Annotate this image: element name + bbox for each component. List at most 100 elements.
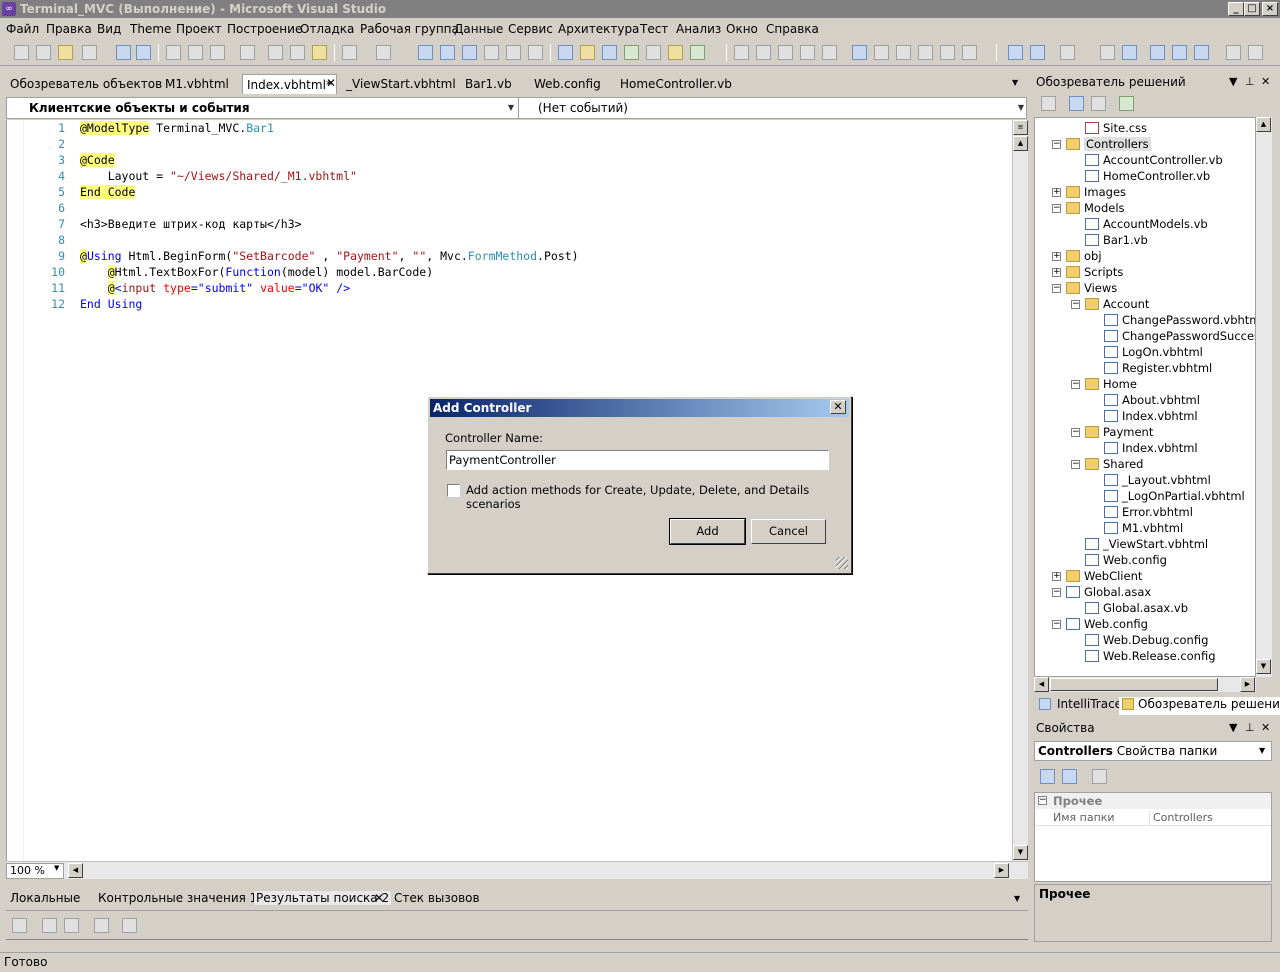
chevron-down-icon[interactable]: ▼ — [1229, 72, 1237, 92]
menu-architecture[interactable]: Архитектура — [558, 22, 639, 36]
object-browser-icon[interactable] — [624, 45, 639, 60]
indent-icon[interactable] — [756, 45, 771, 60]
collapse-icon[interactable]: − — [1071, 460, 1080, 469]
uncomment-block-icon[interactable] — [962, 45, 977, 60]
code-line[interactable]: @ModelType Terminal_MVC.Bar1 — [80, 120, 274, 136]
comment-block-icon[interactable] — [940, 45, 955, 60]
alphabetical-icon[interactable] — [1062, 769, 1077, 784]
scroll-up-icon[interactable]: ▲ — [1256, 117, 1271, 132]
tree-item[interactable]: Global.asax — [1066, 584, 1151, 600]
new-window-icon[interactable] — [1122, 45, 1137, 60]
client-objects-combo[interactable]: Клиентские объекты и события — [29, 98, 250, 118]
properties-icon[interactable] — [602, 45, 617, 60]
tree-item[interactable]: ChangePassword.vbhtml — [1104, 312, 1255, 328]
pin-icon[interactable]: ⊥ — [1245, 718, 1255, 738]
expand-icon[interactable]: + — [1052, 188, 1061, 197]
tab-web-config[interactable]: Web.config — [534, 74, 601, 94]
tree-item[interactable]: Web.config — [1085, 552, 1167, 568]
dialog-title-bar[interactable]: Add Controller — [430, 399, 849, 417]
scroll-thumb[interactable] — [1050, 678, 1218, 691]
quick-info-icon[interactable] — [822, 45, 837, 60]
expand-icon[interactable]: + — [1052, 572, 1061, 581]
tree-item[interactable]: ChangePasswordSuccess.vb — [1104, 328, 1255, 344]
tree-item[interactable]: Controllers — [1066, 136, 1151, 152]
code-line[interactable]: @Html.TextBoxFor(Function(model) model.B… — [80, 264, 433, 280]
tree-item[interactable]: WebClient — [1066, 568, 1142, 584]
expand-icon[interactable]: + — [1052, 268, 1061, 277]
tree-item[interactable]: Scripts — [1066, 264, 1123, 280]
refresh-icon[interactable] — [1091, 96, 1106, 111]
show-all-files-icon[interactable] — [1041, 96, 1056, 111]
next-result-icon[interactable] — [64, 918, 79, 933]
tree-item[interactable]: Web.Release.config — [1085, 648, 1216, 664]
navigate-icon[interactable] — [1100, 45, 1115, 60]
solution-explorer-icon[interactable] — [580, 45, 595, 60]
collapse-icon[interactable]: − — [1071, 380, 1080, 389]
chevron-down-icon[interactable]: ▼ — [54, 864, 59, 872]
collapse-icon[interactable]: − — [1052, 140, 1061, 149]
action-methods-checkbox[interactable] — [447, 484, 460, 497]
collapse-icon[interactable]: − — [1038, 796, 1047, 805]
options-icon[interactable] — [1248, 45, 1263, 60]
bookmark-icon[interactable] — [312, 45, 327, 60]
tree-item[interactable]: Account — [1085, 296, 1149, 312]
property-row[interactable]: Имя папки Controllers — [1035, 810, 1271, 826]
extension-manager-icon[interactable] — [668, 45, 683, 60]
chevron-down-icon[interactable]: ▼ — [1015, 98, 1027, 118]
tree-item[interactable]: Web.config — [1066, 616, 1148, 632]
previous-result-icon[interactable] — [42, 918, 57, 933]
scroll-down-icon[interactable]: ▼ — [1256, 659, 1271, 674]
close-icon[interactable]: ✕ — [1261, 718, 1270, 738]
tree-item[interactable]: Images — [1066, 184, 1126, 200]
scroll-left-icon[interactable]: ◀ — [1034, 677, 1049, 692]
tab-m1-vbhtml[interactable]: M1.vbhtml — [165, 74, 229, 94]
collapse-icon[interactable]: − — [1071, 428, 1080, 437]
scroll-right-icon[interactable]: ▶ — [1240, 677, 1255, 692]
goto-location-icon[interactable] — [12, 918, 27, 933]
find-icon[interactable] — [240, 45, 255, 60]
start-icon[interactable] — [418, 45, 433, 60]
action-methods-label[interactable]: Add action methods for Create, Update, D… — [466, 483, 851, 511]
tab-intellitrace[interactable]: IntelliTrace — [1057, 697, 1122, 711]
maximize-button[interactable]: □ — [1244, 2, 1260, 16]
events-combo[interactable]: (Нет событий) — [538, 98, 628, 118]
tab-list-dropdown-icon[interactable]: ▼ — [1012, 78, 1018, 87]
collapse-icon[interactable]: − — [1052, 204, 1061, 213]
property-pages-icon[interactable] — [1092, 769, 1107, 784]
add-button[interactable]: Add — [669, 518, 746, 545]
pin-icon[interactable]: ⊥ — [1245, 72, 1255, 92]
open-file-icon[interactable] — [58, 45, 73, 60]
grid-icon[interactable] — [1030, 45, 1045, 60]
align-icon[interactable] — [1060, 45, 1075, 60]
format-icon[interactable] — [734, 45, 749, 60]
tree-item[interactable]: Global.asax.vb — [1085, 600, 1188, 616]
tree-item[interactable]: Error.vbhtml — [1104, 504, 1193, 520]
tab-index-vbhtml[interactable]: Index.vbhtml* — [242, 74, 337, 94]
paste-icon[interactable] — [210, 45, 225, 60]
step-over-icon[interactable] — [506, 45, 521, 60]
step-out-icon[interactable] — [528, 45, 543, 60]
pause-icon[interactable] — [440, 45, 455, 60]
tab-solution-explorer-active[interactable]: Обозреватель решений — [1119, 697, 1280, 715]
code-line[interactable]: End Using — [80, 296, 142, 312]
add-new-item-icon[interactable] — [82, 45, 97, 60]
code-line[interactable]: <h3>Введите штрих-код карты</h3> — [80, 216, 302, 232]
new-project-icon[interactable] — [14, 45, 29, 60]
scroll-right-icon[interactable]: ▶ — [994, 863, 1009, 878]
chevron-down-icon[interactable]: ▼ — [1229, 718, 1237, 738]
solution-tree[interactable]: Site.css − Controllers AccountController.vb… — [1034, 117, 1256, 677]
class-view-icon[interactable] — [1172, 45, 1187, 60]
code-line[interactable]: Layout = "~/Views/Shared/_M1.vbhtml" — [80, 168, 357, 184]
tree-item[interactable]: obj — [1066, 248, 1102, 264]
category-row[interactable]: − Прочее — [1035, 793, 1271, 809]
tab-find-results-2[interactable]: Результаты поиска 2 — [254, 891, 392, 905]
tree-item[interactable]: Index.vbhtml — [1104, 408, 1198, 424]
cut-icon[interactable] — [166, 45, 181, 60]
solution-tree-vertical-scrollbar[interactable]: ▲ ▼ — [1256, 117, 1272, 677]
tab-viewstart-vbhtml[interactable]: _ViewStart.vbhtml — [346, 74, 456, 94]
tab-object-browser[interactable]: Обозреватель объектов — [10, 74, 162, 94]
tab-watch-1[interactable]: Контрольные значения 1 — [98, 891, 257, 905]
output-icon[interactable] — [1194, 45, 1209, 60]
scroll-up-icon[interactable]: ▲ — [1013, 136, 1028, 151]
tree-item[interactable]: AccountModels.vb — [1085, 216, 1208, 232]
